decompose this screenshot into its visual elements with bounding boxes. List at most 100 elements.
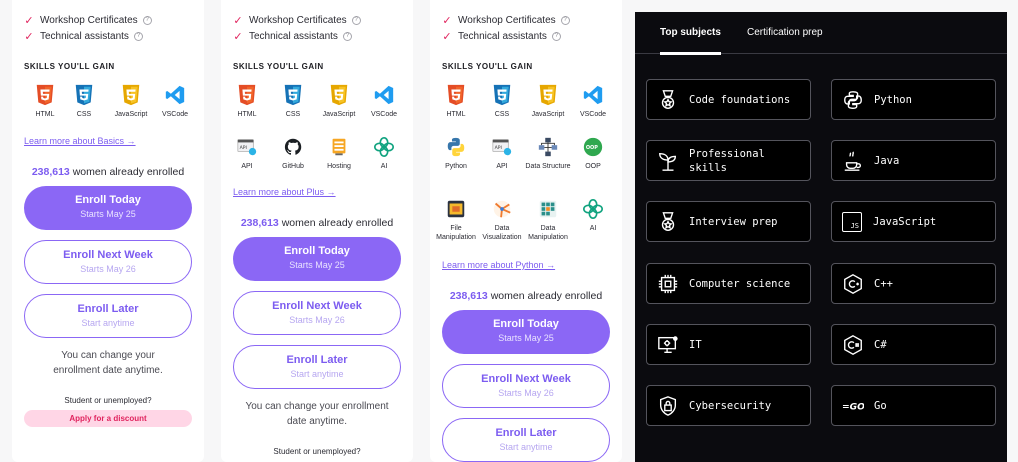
javascript-icon [537, 84, 559, 106]
skill-file-manipulation: File Manipulation [433, 198, 479, 242]
skill-javascript: JavaScript [108, 84, 154, 119]
skill-hosting: Hosting [316, 136, 362, 171]
check-icon: ✓ [233, 31, 243, 43]
feature-row: ✓ Technical assistants? [442, 30, 561, 43]
info-icon[interactable]: ? [342, 32, 352, 41]
skill-label: VSCode [579, 111, 607, 118]
subject-tile-professional-skills[interactable]: Professional skills [646, 140, 811, 181]
enroll-next-week-button[interactable]: Enroll Next Week Starts May 26 [233, 291, 401, 335]
skill-label: AI [380, 163, 388, 170]
feature-label: Technical assistants [458, 31, 547, 42]
subject-label: Python [874, 93, 912, 106]
subject-label: C# [874, 338, 887, 351]
button-label: Enroll Later [77, 303, 139, 315]
info-icon[interactable]: ? [551, 32, 561, 41]
learn-more-link[interactable]: Learn more about Plus → [233, 187, 336, 197]
button-label: Enroll Later [286, 354, 348, 366]
info-icon[interactable]: ? [142, 16, 152, 25]
subject-label: Go [874, 399, 887, 412]
medal-icon [657, 89, 679, 111]
subject-label: Cybersecurity [689, 399, 772, 412]
skill-html: HTML [433, 84, 479, 119]
skill-label: File Manipulation [436, 225, 476, 241]
feature-label: Workshop Certificates [249, 15, 347, 26]
subject-tile-cybersecurity[interactable]: Cybersecurity [646, 385, 811, 426]
skill-label: CSS [494, 111, 510, 118]
subject-tile-it[interactable]: IT [646, 324, 811, 365]
skills-heading: SKILLS YOU'LL GAIN [442, 62, 533, 71]
info-icon[interactable]: ? [560, 16, 570, 25]
check-icon: ✓ [442, 31, 452, 43]
skill-label: VSCode [161, 111, 189, 118]
tab-top-subjects[interactable]: Top subjects [660, 12, 721, 55]
subjects-panel: Top subjects Certification prep Code fou… [635, 12, 1007, 462]
subject-tile-javascript[interactable]: JS JavaScript [831, 201, 996, 242]
data-structure-icon [537, 136, 559, 158]
coffee-cup-icon [842, 150, 864, 172]
learn-more-link[interactable]: Learn more about Python → [442, 260, 555, 270]
button-label: Enroll Today [493, 318, 559, 330]
skill-label: Hosting [327, 163, 351, 170]
subject-tile-computer-science[interactable]: Computer science [646, 263, 811, 304]
feature-row: ✓ Technical assistants? [233, 30, 352, 43]
subject-tile-interview-prep[interactable]: Interview prep [646, 201, 811, 242]
info-icon[interactable]: ? [351, 16, 361, 25]
python-icon [842, 89, 864, 111]
subject-tile-go[interactable]: Go [831, 385, 996, 426]
skill-api: API [224, 136, 270, 171]
skill-label: CSS [76, 111, 92, 118]
enroll-later-button[interactable]: Enroll Later Start anytime [233, 345, 401, 389]
enroll-later-button[interactable]: Enroll Later Start anytime [442, 418, 610, 462]
button-label: Enroll Later [495, 427, 557, 439]
apply-discount-button[interactable]: Apply for a discount [24, 410, 192, 427]
api-icon [491, 136, 513, 158]
skill-data-manipulation: Data Manipulation [525, 198, 571, 242]
skill-github: GitHub [270, 136, 316, 171]
subject-label: JavaScript [873, 215, 937, 228]
enroll-today-button[interactable]: Enroll Today Starts May 25 [233, 237, 401, 281]
feature-label: Technical assistants [40, 31, 129, 42]
skill-label: AI [589, 225, 597, 232]
check-icon: ✓ [24, 15, 34, 27]
skill-javascript: JavaScript [316, 84, 362, 119]
learn-more-link[interactable]: Learn more about Basics → [24, 136, 136, 146]
skill-label: Python [445, 163, 467, 170]
feature-row: ✓ Workshop Certificates? [442, 14, 570, 27]
tab-certification-prep[interactable]: Certification prep [747, 12, 823, 54]
enroll-next-week-button[interactable]: Enroll Next Week Starts May 26 [24, 240, 192, 284]
button-sublabel: Starts May 25 [80, 209, 136, 219]
vscode-icon [164, 84, 186, 106]
enroll-later-button[interactable]: Enroll Later Start anytime [24, 294, 192, 338]
css3-icon [491, 84, 513, 106]
subject-tile-python[interactable]: Python [831, 79, 996, 120]
skill-html: HTML [224, 84, 270, 119]
button-label: Enroll Next Week [63, 249, 153, 261]
enroll-today-button[interactable]: Enroll Today Starts May 25 [442, 310, 610, 354]
student-prompt: Student or unemployed? [64, 396, 152, 405]
plan-card-plus: ✓ Workshop Certificates? ✓ Technical assis… [221, 0, 413, 462]
skill-ai: AI [361, 136, 407, 171]
skill-api: API [479, 136, 525, 171]
skill-ai: AI [570, 198, 616, 233]
button-sublabel: Start anytime [81, 318, 135, 328]
button-sublabel: Start anytime [499, 442, 553, 452]
feature-row: ✓ Workshop Certificates? [24, 14, 152, 27]
skill-oop: OOP [570, 136, 616, 171]
enrolled-number: 238,613 [449, 290, 488, 302]
skill-label: Data Structure [525, 163, 571, 170]
enroll-today-button[interactable]: Enroll Today Starts May 25 [24, 186, 192, 230]
subject-tile-java[interactable]: Java [831, 140, 996, 181]
python-icon [445, 136, 467, 158]
skills-heading: SKILLS YOU'LL GAIN [24, 62, 115, 71]
subject-tile-code-foundations[interactable]: Code foundations [646, 79, 811, 120]
check-icon: ✓ [233, 15, 243, 27]
enroll-next-week-button[interactable]: Enroll Next Week Starts May 26 [442, 364, 610, 408]
subject-tile-csharp[interactable]: C# [831, 324, 996, 365]
subject-tile-cpp[interactable]: C++ [831, 263, 996, 304]
skill-vscode: VSCode [361, 84, 407, 119]
vscode-icon [582, 84, 604, 106]
button-sublabel: Starts May 25 [289, 260, 345, 270]
js-icon: JS [842, 211, 862, 232]
skill-css: CSS [270, 84, 316, 119]
info-icon[interactable]: ? [133, 32, 143, 41]
